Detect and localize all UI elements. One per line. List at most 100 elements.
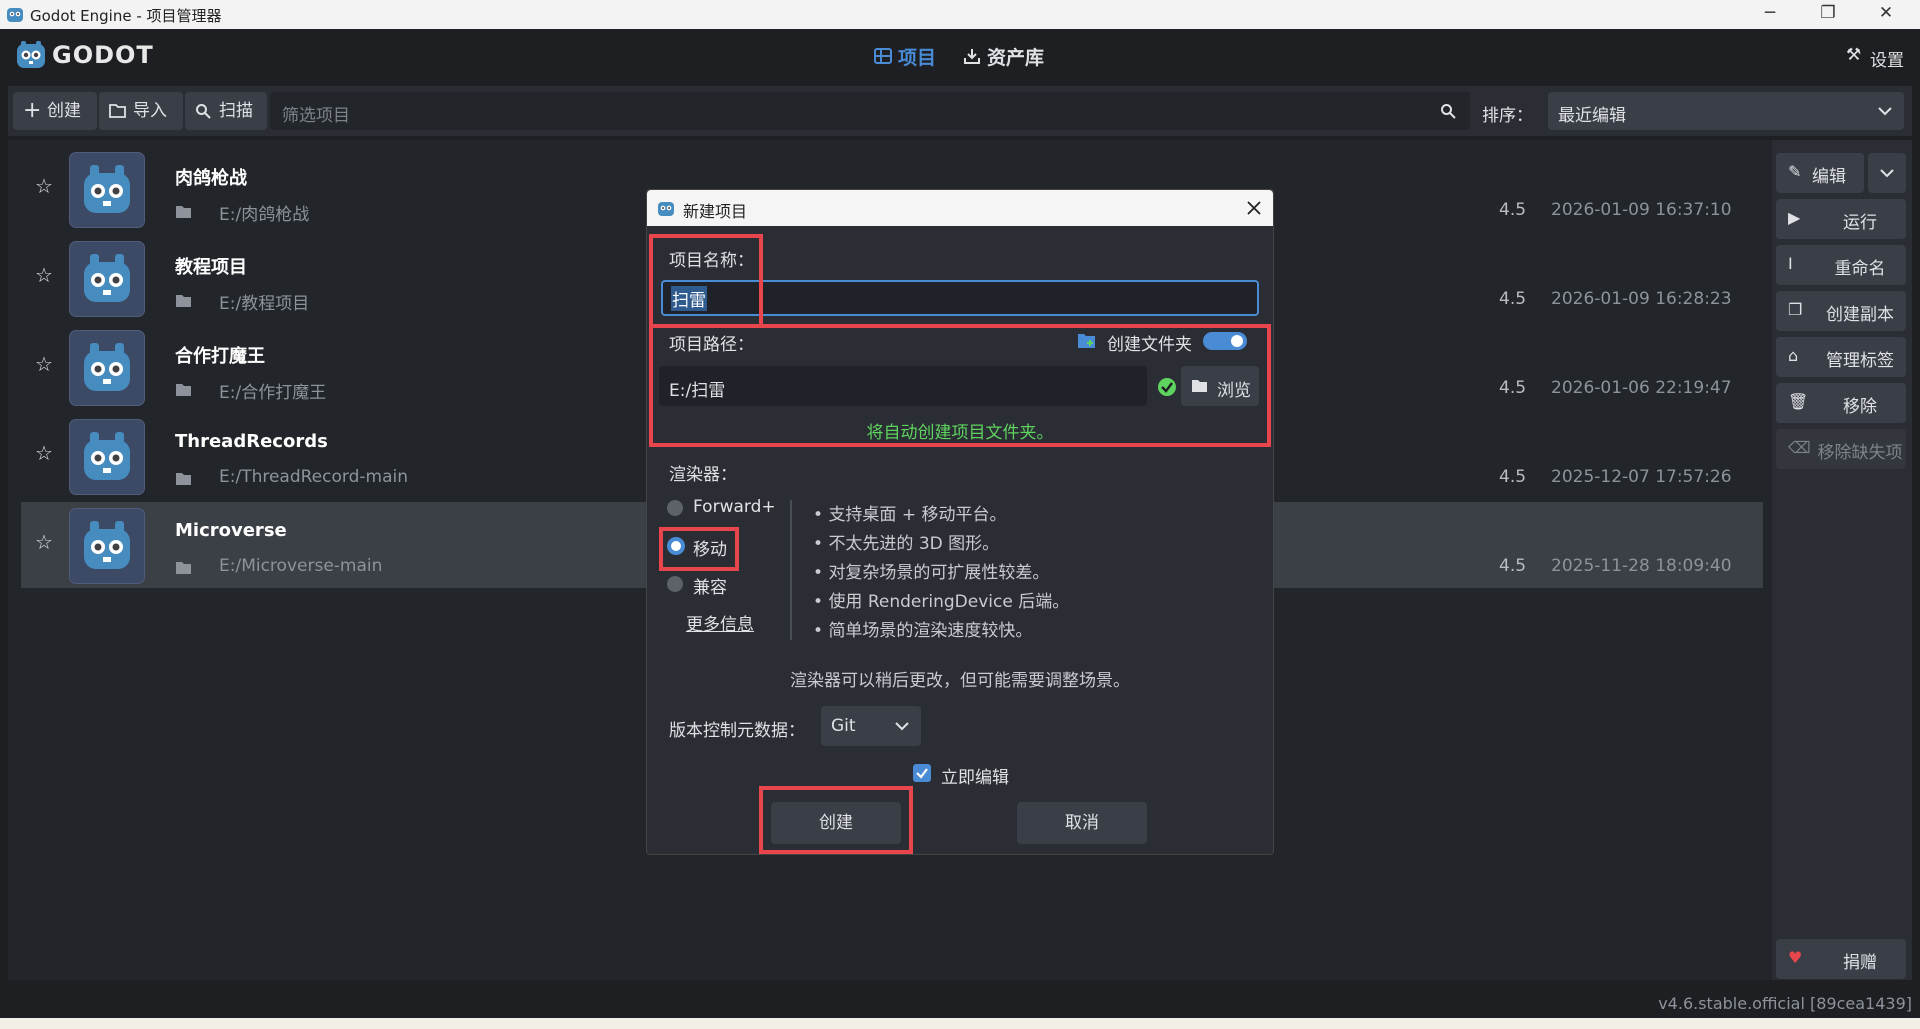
rename-project-button[interactable]: I 重命名 — [1776, 245, 1906, 285]
scan-projects-button[interactable]: 扫描 — [185, 92, 267, 130]
renderer-label: 渲染器： — [669, 465, 737, 485]
rename-project-label: 重命名 — [1834, 259, 1886, 279]
magnifier-icon — [196, 104, 211, 119]
godot-logo-icon — [17, 41, 45, 68]
new-project-dialog: 新建项目 项目名称： 扫雷 项目路径： 创建文件夹 E:/扫雷 浏览 将自动创建… — [646, 189, 1274, 855]
remove-missing-button[interactable]: ⌫ 移除缺失项 — [1776, 429, 1906, 469]
godot-robot-icon — [84, 432, 130, 480]
chevron-down-icon — [1880, 169, 1894, 178]
highlight-name — [649, 234, 763, 328]
project-name: ThreadRecords — [175, 431, 328, 452]
folder-icon[interactable] — [175, 471, 193, 487]
window-title: Godot Engine - 项目管理器 — [30, 7, 222, 25]
taskbar-edge — [0, 1018, 1920, 1029]
tab-projects-label: 项目 — [898, 47, 937, 69]
project-last-edited: 2025-12-07 17:57:26 — [1551, 467, 1732, 487]
close-icon[interactable] — [1247, 201, 1261, 215]
project-icon — [69, 241, 145, 317]
folder-icon[interactable] — [175, 560, 193, 576]
project-toolbar: + 创建 导入 扫描 筛选项目 排序： 最近编辑 — [8, 86, 1912, 136]
godot-logo-text: GODOT — [52, 41, 154, 69]
create-project-label: 创建 — [47, 101, 81, 121]
folder-open-icon — [109, 104, 126, 118]
project-version: 4.5 — [1499, 289, 1527, 309]
feature-item: • 使用 RenderingDevice 后端。 — [813, 592, 1070, 612]
project-manager-header: GODOT 项目 资产库 ⚒ 设置 — [0, 29, 1920, 83]
feature-item: • 简单场景的渲染速度较快。 — [813, 621, 1033, 641]
settings-button[interactable]: ⚒ 设置 — [1846, 43, 1912, 71]
remove-missing-label: 移除缺失项 — [1817, 443, 1903, 463]
renderer-forward-plus-option[interactable]: Forward+ — [667, 496, 777, 520]
play-icon: ▶ — [1788, 208, 1801, 227]
project-actions-panel: ✎ 编辑 ▶ 运行 I 重命名 ❐ 创建副本 ⌂ 管理标签 🗑 移除 ⌫ 移除缺… — [1772, 140, 1912, 980]
tag-icon: ⌂ — [1788, 346, 1799, 365]
favorite-star-icon[interactable]: ☆ — [35, 441, 53, 465]
create-project-button[interactable]: + 创建 — [13, 92, 97, 130]
folder-icon[interactable] — [175, 293, 193, 309]
vcs-value: Git — [831, 716, 856, 736]
project-name: Microverse — [175, 520, 287, 541]
donate-label: 捐赠 — [1843, 953, 1877, 973]
vcs-label: 版本控制元数据： — [669, 721, 805, 741]
import-project-button[interactable]: 导入 — [99, 92, 183, 130]
renderer-divider — [790, 500, 792, 640]
chevron-down-icon — [895, 722, 909, 731]
dialog-title: 新建项目 — [683, 202, 748, 221]
download-icon — [964, 49, 980, 64]
project-last-edited: 2025-11-28 18:09:40 — [1551, 556, 1732, 576]
vcs-select[interactable]: Git — [821, 706, 921, 746]
edit-now-checkbox[interactable]: 立即编辑 — [913, 762, 1023, 788]
godot-app-icon — [7, 8, 23, 22]
trash-icon: 🗑 — [1788, 392, 1809, 411]
manage-tags-button[interactable]: ⌂ 管理标签 — [1776, 337, 1906, 377]
remove-project-button[interactable]: 🗑 移除 — [1776, 383, 1906, 423]
edit-now-label: 立即编辑 — [941, 768, 1009, 788]
tab-asset-library[interactable]: 资产库 — [963, 41, 1063, 73]
favorite-star-icon[interactable]: ☆ — [35, 263, 53, 287]
edit-project-button[interactable]: ✎ 编辑 — [1776, 153, 1864, 193]
favorite-star-icon[interactable]: ☆ — [35, 352, 53, 376]
window-titlebar: Godot Engine - 项目管理器 ─ ❐ ✕ — [0, 0, 1920, 29]
plus-icon: + — [23, 98, 42, 123]
project-icon — [69, 152, 145, 228]
minimize-button[interactable]: ─ — [1750, 3, 1790, 23]
filter-projects-input[interactable]: 筛选项目 — [270, 92, 1470, 130]
duplicate-project-button[interactable]: ❐ 创建副本 — [1776, 291, 1906, 331]
filter-placeholder: 筛选项目 — [282, 106, 350, 126]
tab-projects[interactable]: 项目 — [874, 41, 946, 73]
project-icon — [69, 508, 145, 584]
feature-item: • 支持桌面 + 移动平台。 — [813, 505, 1007, 525]
favorite-star-icon[interactable]: ☆ — [35, 530, 53, 554]
project-name: 合作打魔王 — [175, 346, 265, 367]
project-path: E:/肉鸽枪战 — [219, 205, 310, 225]
more-info-link[interactable]: 更多信息 — [686, 610, 754, 635]
restore-button[interactable]: ❐ — [1808, 3, 1848, 23]
pencil-icon: ✎ — [1788, 162, 1802, 181]
close-window-button[interactable]: ✕ — [1866, 3, 1906, 23]
radio-compat — [667, 576, 683, 592]
godot-robot-icon — [84, 343, 130, 391]
godot-robot-icon — [84, 254, 130, 302]
sort-order-value: 最近编辑 — [1558, 106, 1626, 126]
renderer-compat-option[interactable]: 兼容 — [667, 572, 747, 598]
broom-icon: ⌫ — [1788, 438, 1811, 457]
favorite-star-icon[interactable]: ☆ — [35, 174, 53, 198]
text-cursor-icon: I — [1788, 254, 1793, 273]
renderer-note: 渲染器可以稍后更改，但可能需要调整场景。 — [790, 671, 1130, 691]
folder-icon[interactable] — [175, 204, 193, 220]
project-name: 肉鸽枪战 — [175, 168, 247, 189]
donate-button[interactable]: ♥ 捐赠 — [1776, 939, 1906, 979]
project-name: 教程项目 — [175, 257, 247, 278]
folder-icon[interactable] — [175, 382, 193, 398]
project-list-icon — [874, 48, 892, 64]
cancel-button[interactable]: 取消 — [1017, 802, 1147, 844]
project-icon — [69, 419, 145, 495]
project-path: E:/Microverse-main — [219, 556, 383, 576]
run-project-button[interactable]: ▶ 运行 — [1776, 199, 1906, 239]
edit-options-dropdown[interactable] — [1868, 153, 1906, 193]
manage-tags-label: 管理标签 — [1826, 351, 1894, 371]
checkbox-checked-icon — [913, 764, 931, 782]
godot-robot-icon — [84, 165, 130, 213]
sort-order-select[interactable]: 最近编辑 — [1548, 92, 1904, 130]
dialog-titlebar: 新建项目 — [647, 190, 1273, 226]
